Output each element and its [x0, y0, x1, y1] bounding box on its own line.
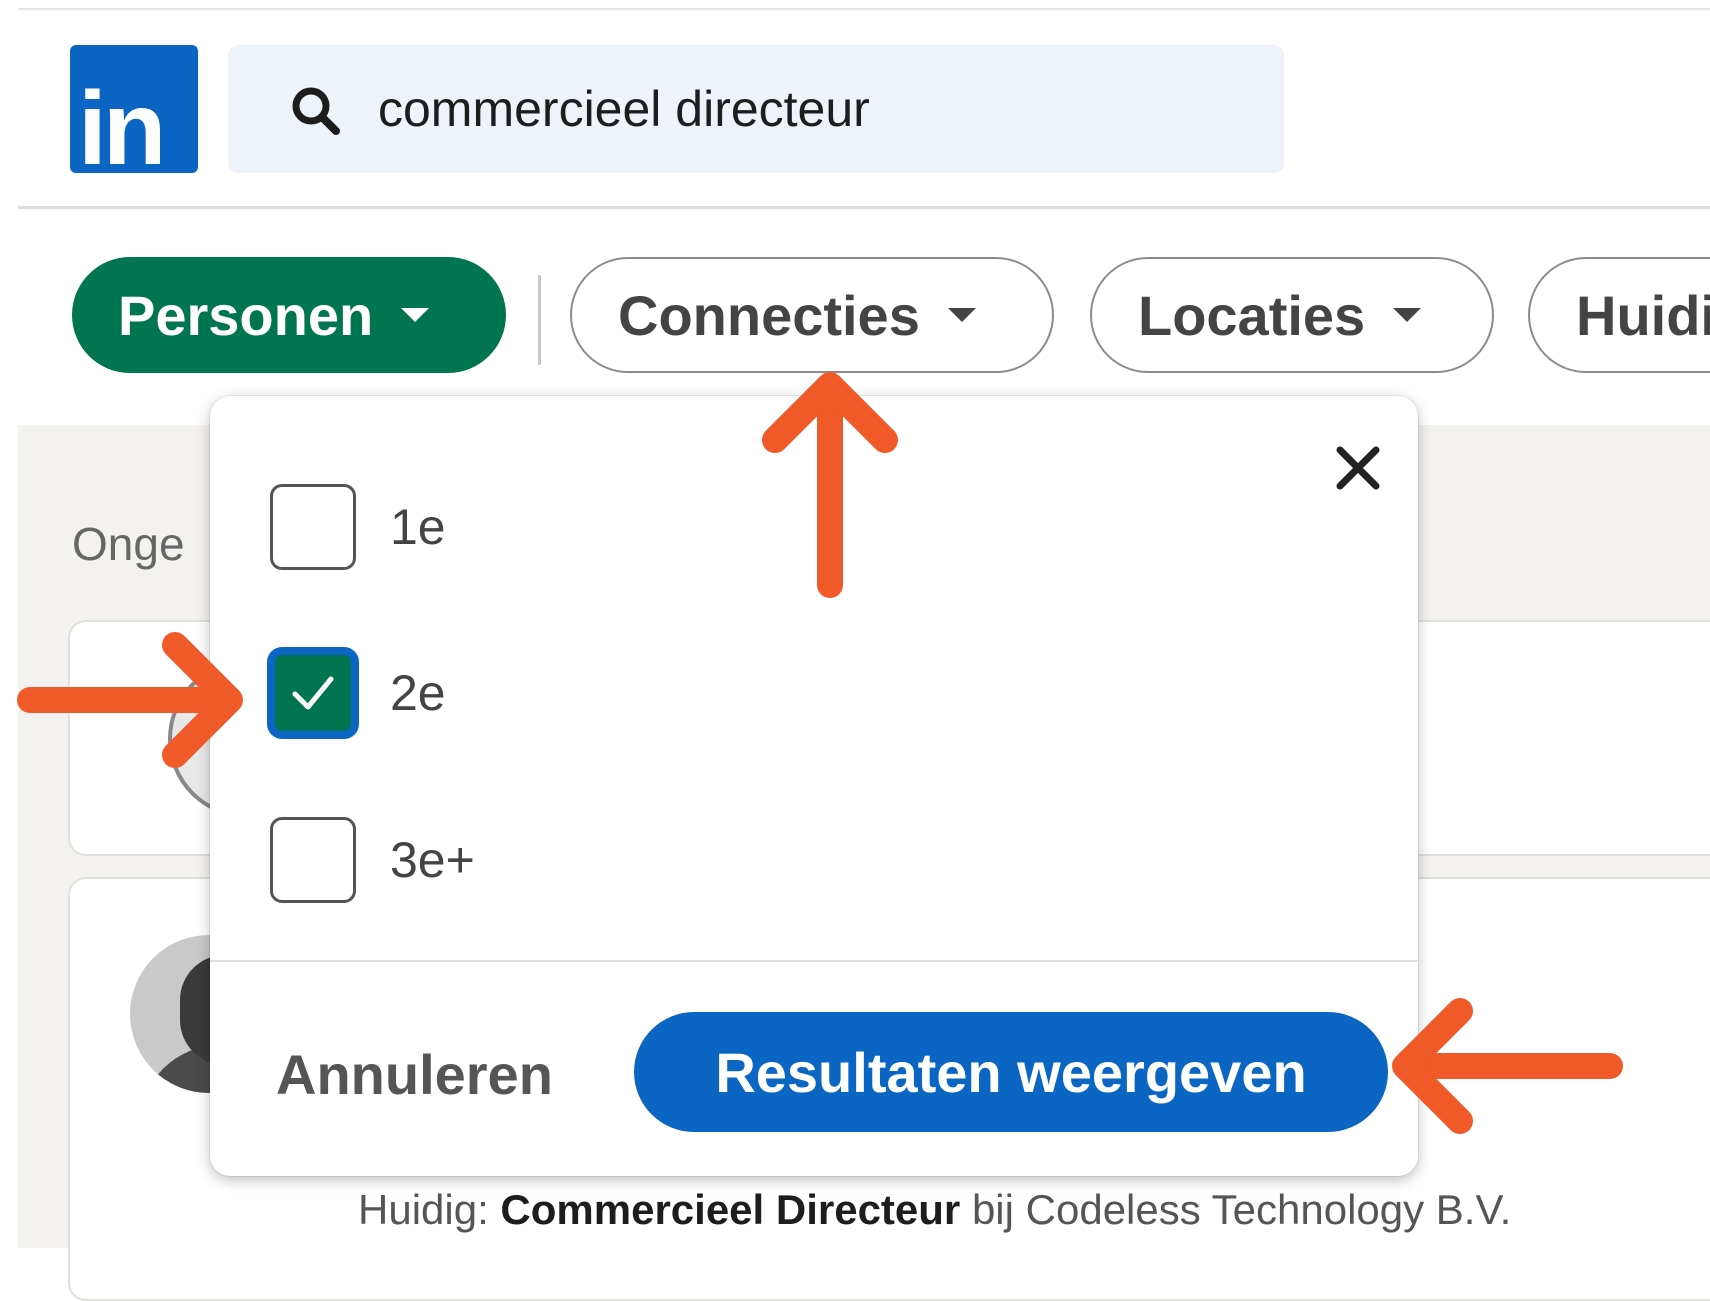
close-icon[interactable] [1320, 430, 1396, 506]
close-x-glyph [1336, 446, 1380, 490]
position-company: bij Codeless Technology B.V. [960, 1186, 1512, 1233]
filter-locaties-button[interactable]: Locaties [1090, 257, 1494, 373]
caret-down-icon [401, 308, 430, 322]
filter-huidig-label: Huidi [1576, 283, 1710, 347]
global-nav: in commercieel directeur [18, 10, 1710, 206]
checkmark-icon [292, 676, 334, 710]
result-current-position: Huidig: Commercieel Directeur bij Codele… [358, 1186, 1511, 1234]
filter-connecties-button[interactable]: Connecties [570, 257, 1054, 373]
filter-personen-label: Personen [118, 283, 374, 347]
checkbox-checked[interactable] [270, 650, 356, 736]
checkbox[interactable] [270, 484, 356, 570]
show-results-button[interactable]: Resultaten weergeven [634, 1012, 1388, 1132]
cancel-button[interactable]: Annuleren [276, 1030, 553, 1120]
checkbox[interactable] [270, 817, 356, 903]
caret-down-icon [947, 308, 976, 322]
search-input[interactable]: commercieel directeur [228, 45, 1284, 173]
connection-option-1e[interactable]: 1e [270, 467, 446, 587]
position-prefix: Huidig: [358, 1186, 501, 1233]
filter-divider [538, 275, 541, 365]
option-label: 1e [390, 499, 446, 555]
option-label: 2e [390, 665, 446, 721]
filter-bar: Personen Connecties Locaties Huidi [18, 209, 1710, 425]
dropdown-footer-divider [210, 960, 1418, 962]
filter-connecties-label: Connecties [618, 283, 920, 347]
caret-down-icon [1393, 308, 1422, 322]
filter-locaties-label: Locaties [1138, 283, 1366, 347]
linkedin-logo[interactable]: in [70, 45, 198, 181]
results-heading: Onge [72, 518, 185, 570]
filter-personen-button[interactable]: Personen [72, 257, 506, 373]
position-title: Commercieel Directeur [500, 1186, 961, 1233]
option-label: 3e+ [390, 832, 475, 888]
connection-option-2e[interactable]: 2e [270, 633, 446, 753]
logo-text: in [78, 71, 166, 187]
connection-option-3e[interactable]: 3e+ [270, 800, 475, 920]
filter-huidig-button[interactable]: Huidi [1528, 257, 1710, 373]
search-value: commercieel directeur [378, 81, 870, 137]
search-icon [292, 87, 340, 135]
